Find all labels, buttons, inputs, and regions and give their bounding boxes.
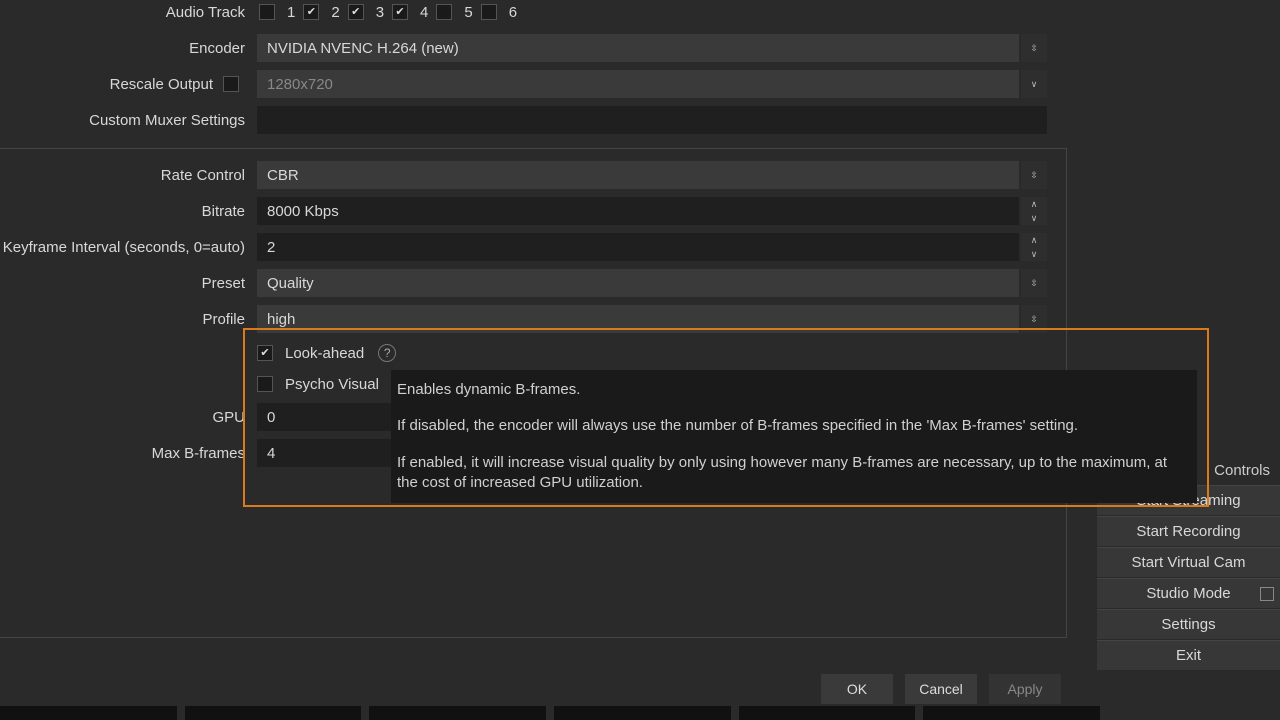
psycho-visual-label: Psycho Visual	[285, 376, 379, 393]
audio-track-3-checkbox[interactable]	[348, 4, 364, 20]
chevron-down-icon: ∨	[1031, 80, 1038, 89]
rescale-output-select[interactable]: 1280x720	[257, 70, 1019, 98]
square-icon	[1260, 587, 1274, 601]
audio-track-5-checkbox[interactable]	[436, 4, 452, 20]
ok-button[interactable]: OK	[821, 674, 893, 704]
audio-track-2-checkbox[interactable]	[303, 4, 319, 20]
audio-track-4-checkbox[interactable]	[392, 4, 408, 20]
settings-button[interactable]: Settings	[1097, 609, 1280, 639]
look-ahead-label: Look-ahead	[285, 345, 364, 362]
profile-handle[interactable]: ⇳	[1021, 305, 1047, 333]
rate-control-handle[interactable]: ⇳	[1021, 161, 1047, 189]
start-virtual-cam-button[interactable]: Start Virtual Cam	[1097, 547, 1280, 577]
keyframe-interval-input[interactable]: 2	[257, 233, 1019, 261]
rescale-output-label: Rescale Output	[110, 76, 213, 93]
encoder-select[interactable]: NVIDIA NVENC H.264 (new)	[257, 34, 1019, 62]
rescale-output-handle[interactable]: ∨	[1021, 70, 1047, 98]
help-icon[interactable]: ?	[378, 344, 396, 362]
apply-button[interactable]: Apply	[989, 674, 1061, 704]
preset-select[interactable]: Quality	[257, 269, 1019, 297]
chevron-down-icon: ∨	[1031, 211, 1038, 225]
audio-track-1-num: 1	[287, 4, 295, 21]
preset-label: Preset	[0, 275, 257, 292]
audio-track-1-checkbox[interactable]	[259, 4, 275, 20]
chevron-up-icon: ∧	[1031, 233, 1038, 247]
keyframe-stepper[interactable]: ∧∨	[1021, 233, 1047, 261]
tooltip-line-3: If enabled, it will increase visual qual…	[397, 453, 1189, 494]
keyframe-interval-label: Keyframe Interval (seconds, 0=auto)	[0, 239, 257, 256]
encoder-label: Encoder	[0, 40, 257, 57]
chevron-up-icon: ∧	[1031, 197, 1038, 211]
tooltip-line-1: Enables dynamic B-frames.	[397, 380, 1189, 400]
audio-track-2-num: 2	[331, 4, 339, 21]
cancel-button[interactable]: Cancel	[905, 674, 977, 704]
start-recording-button[interactable]: Start Recording	[1097, 516, 1280, 546]
tooltip: Enables dynamic B-frames. If disabled, t…	[391, 370, 1197, 503]
audio-track-6-checkbox[interactable]	[481, 4, 497, 20]
custom-muxer-label: Custom Muxer Settings	[0, 112, 257, 129]
gpu-label: GPU	[0, 409, 257, 426]
exit-button[interactable]: Exit	[1097, 640, 1280, 670]
max-bframes-label: Max B-frames	[0, 445, 257, 462]
audio-track-6-num: 6	[509, 4, 517, 21]
bitrate-label: Bitrate	[0, 203, 257, 220]
rate-control-select[interactable]: CBR	[257, 161, 1019, 189]
profile-label: Profile	[0, 311, 257, 328]
audio-track-3-num: 3	[376, 4, 384, 21]
profile-select[interactable]: high	[257, 305, 1019, 333]
encoder-select-handle[interactable]: ⇳	[1021, 34, 1047, 62]
bottom-strip	[0, 706, 1100, 720]
tooltip-line-2: If disabled, the encoder will always use…	[397, 416, 1189, 436]
custom-muxer-input[interactable]	[257, 106, 1047, 134]
audio-track-4-num: 4	[420, 4, 428, 21]
preset-handle[interactable]: ⇳	[1021, 269, 1047, 297]
audio-track-label: Audio Track	[0, 4, 257, 21]
look-ahead-checkbox[interactable]	[257, 345, 273, 361]
audio-track-5-num: 5	[464, 4, 472, 21]
studio-mode-button[interactable]: Studio Mode	[1097, 578, 1280, 608]
rate-control-label: Rate Control	[0, 167, 257, 184]
bitrate-stepper[interactable]: ∧∨	[1021, 197, 1047, 225]
bitrate-input[interactable]: 8000 Kbps	[257, 197, 1019, 225]
rescale-output-checkbox[interactable]	[223, 76, 239, 92]
psycho-visual-checkbox[interactable]	[257, 376, 273, 392]
chevron-down-icon: ∨	[1031, 247, 1038, 261]
